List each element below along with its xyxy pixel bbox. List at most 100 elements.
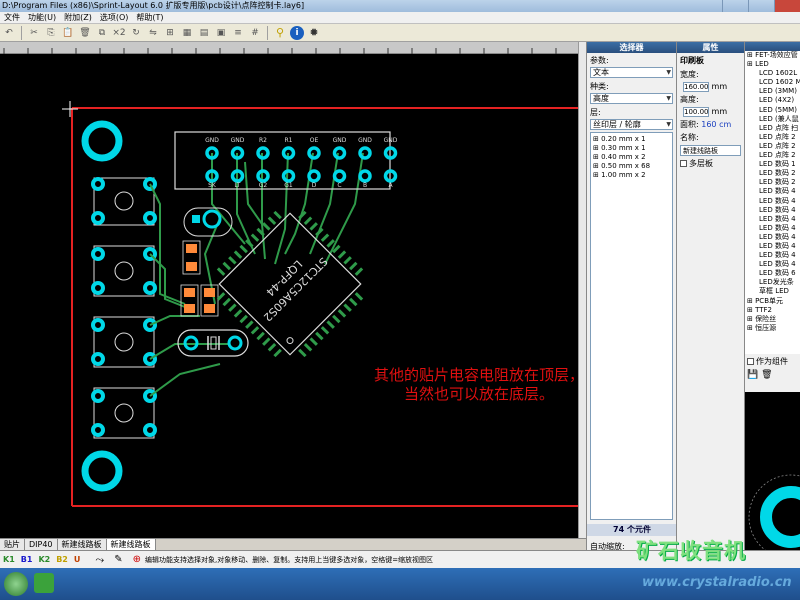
library-item[interactable]: LED 数码 4 — [745, 242, 800, 251]
rotate-icon[interactable]: ↻ — [129, 26, 143, 40]
library-item[interactable]: LED (3MM) — [745, 87, 800, 96]
library-item[interactable]: ⊞ 恒压源 — [745, 324, 800, 333]
width-input[interactable]: 160.00 — [683, 82, 709, 92]
chip-pin — [262, 337, 271, 346]
pcb-canvas[interactable]: GND GND R2 R1 OE GND GND GND SK LT G2 G1 D C B A — [0, 54, 578, 538]
library-item[interactable]: LED (5MM) — [745, 106, 800, 115]
list-item[interactable]: ⊞ 0.40 mm x 2 — [591, 153, 672, 162]
library-item[interactable]: LED 点阵 2 — [745, 151, 800, 160]
save-icon[interactable]: 💾 — [747, 370, 758, 380]
library-item[interactable]: LED 数码 4 — [745, 215, 800, 224]
chip-pin — [343, 256, 352, 265]
library-item[interactable]: LED 数码 4 — [745, 251, 800, 260]
library-item[interactable]: LED 数码 1 — [745, 160, 800, 169]
as-group-checkbox[interactable] — [747, 358, 754, 365]
header-pad — [307, 169, 321, 183]
menu-file[interactable]: 文件 — [0, 12, 24, 23]
minimize-button[interactable] — [722, 0, 748, 12]
library-item[interactable]: ⊞ PCB单元 — [745, 297, 800, 306]
group-icon[interactable]: ▦ — [180, 26, 194, 40]
undo-icon[interactable]: ↶ — [2, 26, 16, 40]
duplicate-icon[interactable]: ⧉ — [95, 26, 109, 40]
mask-icon[interactable]: ▣ — [214, 26, 228, 40]
layers-icon[interactable]: ≡ — [231, 26, 245, 40]
app-taskbar-icon[interactable] — [34, 573, 54, 593]
target-icon[interactable]: ⊕ — [133, 554, 141, 565]
height-input[interactable]: 100.00 — [683, 107, 709, 117]
menu-help[interactable]: 帮助(T) — [132, 12, 167, 23]
library-item[interactable]: ⊞ FET-场效应管 — [745, 51, 800, 60]
info-icon[interactable]: i — [290, 25, 304, 40]
library-item[interactable]: ⊞ LED — [745, 60, 800, 69]
tab-new-board-2[interactable]: 新建线路板 — [106, 539, 156, 550]
canvas-vscroll[interactable] — [578, 42, 586, 538]
layer-select[interactable]: 丝印层 / 轮廓 — [590, 119, 673, 130]
chip-pin — [337, 309, 347, 318]
library-item[interactable]: LED 点阵 扫 — [745, 124, 800, 133]
menu-function[interactable]: 功能(U) — [24, 12, 60, 23]
library-item[interactable]: LED 数码 6 — [745, 269, 800, 278]
width-row: 160.00 mm — [677, 81, 744, 93]
cut-icon[interactable]: ✂ — [27, 26, 41, 40]
tab-new-board-1[interactable]: 新建线路板 — [57, 539, 107, 550]
library-item[interactable]: LED 数码 4 — [745, 206, 800, 215]
layer-label: 层: — [590, 108, 601, 117]
menu-options[interactable]: 选项(O) — [96, 12, 133, 23]
library-item[interactable]: ⊞ 保险丝 — [745, 315, 800, 324]
library-item[interactable]: LED (兼人鼠 — [745, 115, 800, 124]
kind-select[interactable]: 高度 — [590, 93, 673, 104]
layer-b2[interactable]: B2 — [53, 555, 71, 564]
grid-icon[interactable]: # — [248, 26, 262, 40]
maximize-button[interactable] — [748, 0, 774, 12]
library-item[interactable]: ⊞ TTF2 — [745, 306, 800, 315]
brush-icon[interactable]: ✎ — [114, 554, 122, 565]
library-item[interactable]: LED 数码 2 — [745, 169, 800, 178]
library-item[interactable]: LED 数码 4 — [745, 233, 800, 242]
library-tree[interactable]: ⊞ FET-场效应管 ⊞ LED LCD 1602L LCD 1602 M LED (3… — [745, 51, 800, 333]
chip-pin — [354, 267, 364, 276]
multilayer-checkbox[interactable] — [680, 160, 687, 167]
mounting-hole-bottom — [81, 450, 123, 492]
start-button[interactable] — [4, 572, 28, 596]
layer-k2[interactable]: K2 — [35, 555, 53, 564]
paste-icon[interactable]: 📋 — [61, 26, 75, 40]
library-item[interactable]: LED 数码 4 — [745, 187, 800, 196]
zoom-icon[interactable]: ⚲ — [273, 26, 287, 40]
trash-icon[interactable]: 🗑 — [761, 370, 772, 380]
library-item[interactable]: LED 点阵 2 — [745, 142, 800, 151]
library-item[interactable]: LCD 1602 M — [745, 78, 800, 87]
ungroup-icon[interactable]: ▤ — [197, 26, 211, 40]
chip-pin — [349, 261, 358, 271]
tab-dip40[interactable]: DIP40 — [25, 539, 58, 550]
tab-smd[interactable]: 贴片 — [0, 539, 25, 550]
library-item[interactable]: LED 数码 4 — [745, 224, 800, 233]
copy-icon[interactable]: ⎘ — [44, 26, 58, 40]
name-input[interactable]: 新建线路板 — [680, 145, 741, 156]
layer-u[interactable]: U — [71, 555, 84, 564]
list-item[interactable]: ⊞ 0.20 mm x 1 — [591, 135, 672, 144]
param-select[interactable]: 文本 — [590, 67, 673, 78]
settings-icon[interactable]: ✹ — [307, 26, 321, 40]
multiply-icon[interactable]: ×2 — [112, 26, 126, 40]
library-item[interactable]: LED (4X2) — [745, 96, 800, 105]
delete-icon[interactable]: 🗑 — [78, 26, 92, 40]
library-item[interactable]: LED 数码 4 — [745, 260, 800, 269]
list-item[interactable]: ⊞ 0.30 mm x 1 — [591, 144, 672, 153]
library-item[interactable]: LED 数码 4 — [745, 197, 800, 206]
layer-k1[interactable]: K1 — [0, 555, 18, 564]
menu-extra[interactable]: 附加(Z) — [60, 12, 96, 23]
component-list[interactable]: ⊞ 0.20 mm x 1 ⊞ 0.30 mm x 1 ⊞ 0.40 mm x … — [590, 132, 673, 520]
document-tabs: 贴片 DIP40 新建线路板 新建线路板 — [0, 538, 586, 550]
multilayer-row[interactable]: 多层板 — [677, 157, 744, 170]
library-item[interactable]: 草框 LED — [745, 287, 800, 296]
header-pads — [205, 146, 398, 183]
list-item[interactable]: ⊞ 1.00 mm x 2 — [591, 171, 672, 180]
library-item[interactable]: LED 点阵 2 — [745, 133, 800, 142]
mirror-icon[interactable]: ⇋ — [146, 26, 160, 40]
snap-icon[interactable]: ⤳ — [95, 553, 104, 567]
align-icon[interactable]: ⊞ — [163, 26, 177, 40]
layer-b1[interactable]: B1 — [18, 555, 36, 564]
library-item[interactable]: LCD 1602L — [745, 69, 800, 78]
list-item[interactable]: ⊞ 0.50 mm x 68 — [591, 162, 672, 171]
close-button[interactable] — [774, 0, 800, 12]
